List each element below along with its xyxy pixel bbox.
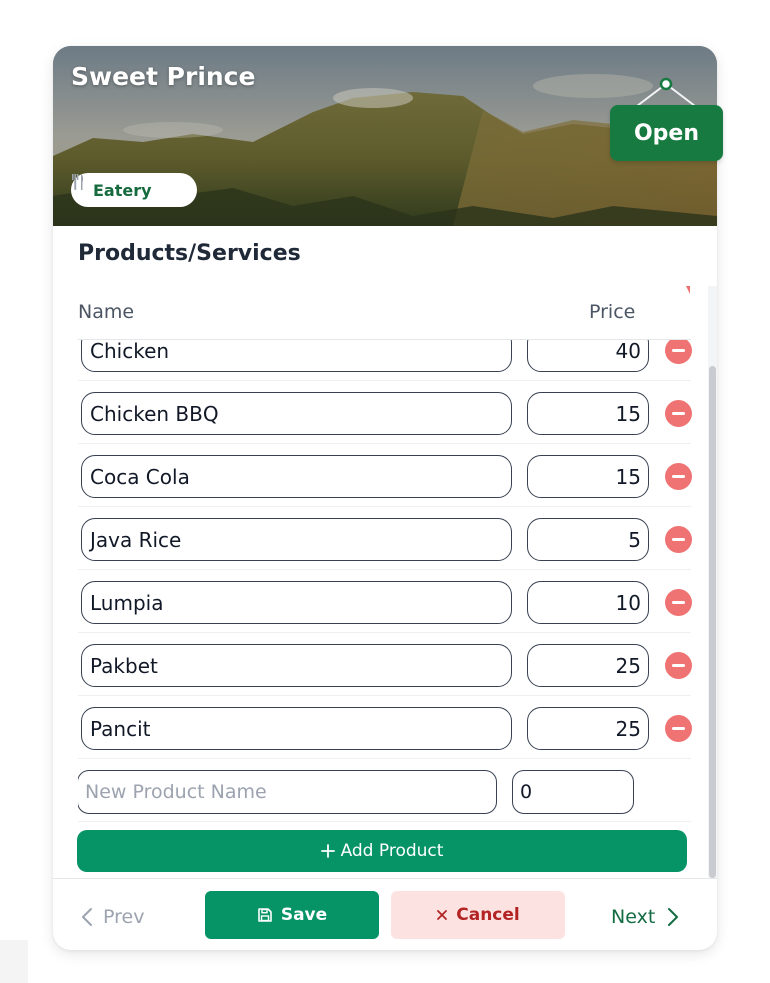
product-name-input[interactable]: Chicken BBQ xyxy=(81,392,512,435)
add-product-label: Add Product xyxy=(340,841,444,861)
footer-divider xyxy=(53,878,717,879)
column-header-price: Price xyxy=(589,301,636,323)
new-product-name-input[interactable] xyxy=(78,770,497,814)
product-name-input[interactable]: Java Rice xyxy=(81,518,512,561)
scrollbar-thumb[interactable] xyxy=(709,366,716,878)
product-name-input[interactable]: Lumpia xyxy=(81,581,512,624)
utensils-icon xyxy=(72,174,84,190)
prev-button[interactable]: Prev xyxy=(81,902,144,932)
remove-product-button[interactable] xyxy=(665,652,692,679)
save-label: Save xyxy=(280,905,328,925)
product-row: Chicken BBQ 15 xyxy=(78,381,692,444)
scroll-indicator-mark xyxy=(686,286,690,294)
remove-product-button[interactable] xyxy=(665,715,692,742)
product-price-input[interactable]: 25 xyxy=(527,707,649,750)
product-price-input[interactable]: 15 xyxy=(527,392,649,435)
chevron-right-icon xyxy=(668,908,679,926)
next-button[interactable]: Next xyxy=(611,902,679,932)
product-name-input[interactable]: Pakbet xyxy=(81,644,512,687)
business-card: Sweet Prince Eatery Open Products/Servic… xyxy=(53,46,723,950)
save-button[interactable]: Save xyxy=(205,891,379,939)
product-price-input[interactable]: 5 xyxy=(527,518,649,561)
section-title: Products/Services xyxy=(78,241,301,266)
remove-product-button[interactable] xyxy=(665,400,692,427)
new-product-row xyxy=(78,759,691,822)
business-name: Sweet Prince xyxy=(71,62,256,91)
next-label: Next xyxy=(611,906,656,928)
product-price-input[interactable]: 25 xyxy=(527,644,649,687)
product-price-input[interactable]: 15 xyxy=(527,455,649,498)
category-label: Eatery xyxy=(93,180,152,200)
product-price-input[interactable]: 40 xyxy=(527,340,649,372)
product-list[interactable]: Chicken 40 Chicken BBQ 15 Coca Cola 15 J… xyxy=(78,340,698,878)
product-row: Coca Cola 15 xyxy=(78,444,692,507)
prev-label: Prev xyxy=(103,906,145,928)
column-header-name: Name xyxy=(78,301,135,323)
cancel-button[interactable]: Cancel xyxy=(391,891,565,939)
product-name-input[interactable]: Coca Cola xyxy=(81,455,512,498)
chevron-left-icon xyxy=(82,908,92,926)
x-icon xyxy=(437,910,448,920)
product-row: Chicken 40 xyxy=(78,340,692,381)
product-name-input[interactable]: Pancit xyxy=(81,707,512,750)
remove-product-button[interactable] xyxy=(665,526,692,553)
product-name-input[interactable]: Chicken xyxy=(81,340,512,372)
product-row: Java Rice 5 xyxy=(78,507,692,570)
category-badge: Eatery xyxy=(71,173,197,207)
new-product-price-input[interactable] xyxy=(512,770,634,814)
cancel-label: Cancel xyxy=(456,905,520,925)
remove-product-button[interactable] xyxy=(665,463,692,490)
remove-product-button[interactable] xyxy=(665,589,692,616)
product-row: Pancit 25 xyxy=(78,696,692,759)
background-edge xyxy=(0,940,28,983)
plus-icon xyxy=(320,844,335,858)
sign-hanger xyxy=(636,77,696,107)
floppy-disk-icon xyxy=(258,908,272,922)
product-price-input[interactable]: 10 xyxy=(527,581,649,624)
add-product-button[interactable]: Add Product xyxy=(77,830,687,872)
remove-product-button[interactable] xyxy=(665,340,692,364)
product-row: Lumpia 10 xyxy=(78,570,692,633)
product-row: Pakbet 25 xyxy=(78,633,692,696)
open-status-sign: Open xyxy=(610,105,723,161)
